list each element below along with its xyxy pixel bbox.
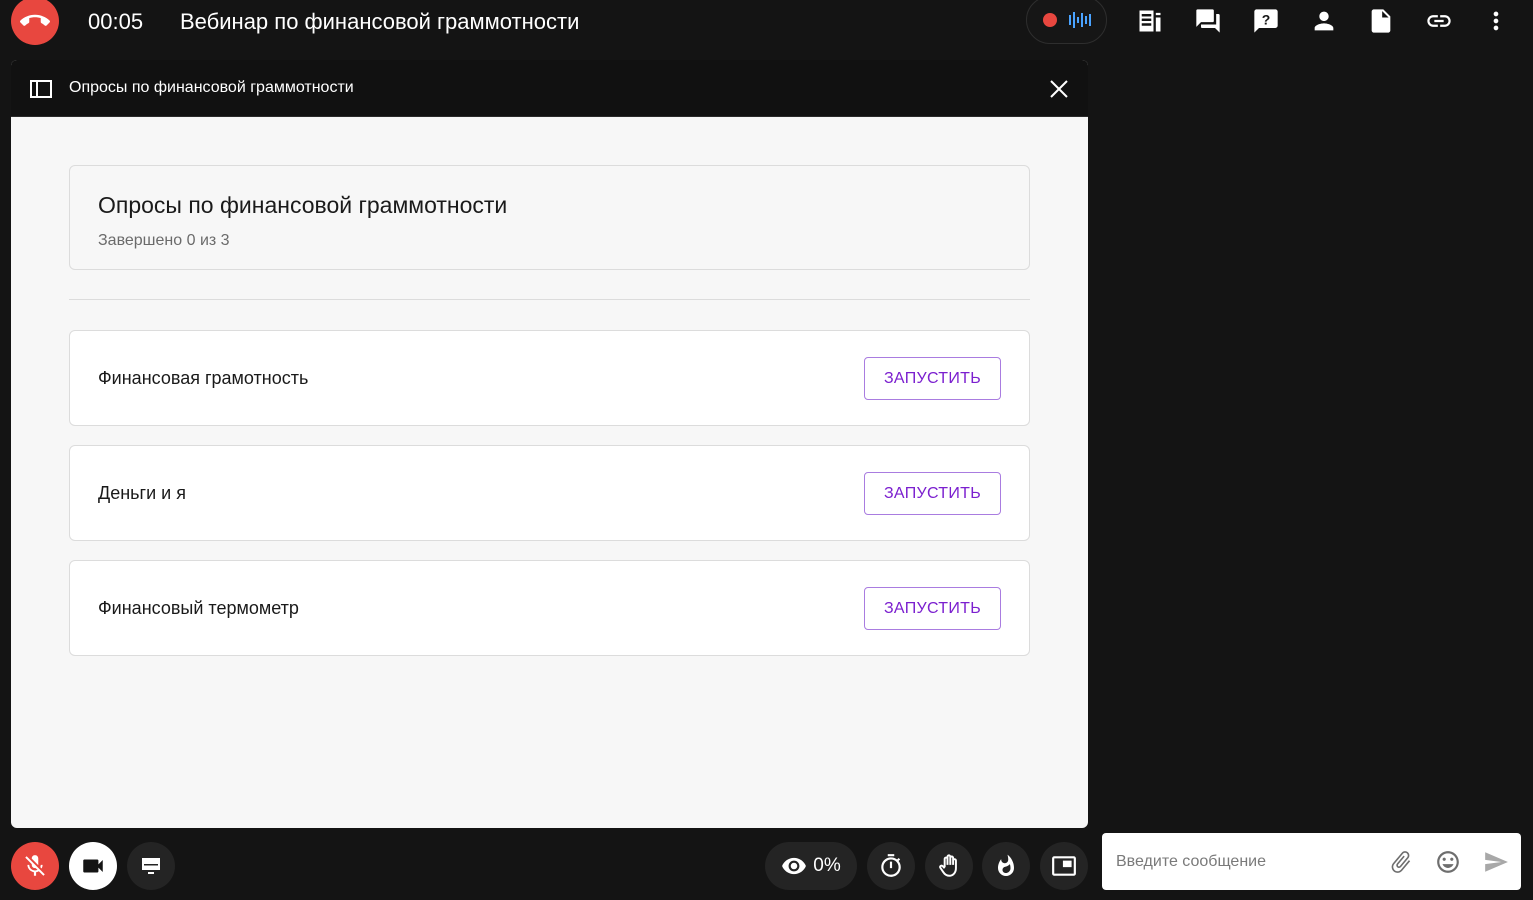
audio-level-icon: [1068, 12, 1091, 28]
camera-toggle-button[interactable]: [69, 842, 117, 890]
close-panel-button[interactable]: [1046, 76, 1072, 102]
recording-indicator[interactable]: [1026, 0, 1107, 44]
top-bar: 00:05 Вебинар по финансовой граммотности…: [0, 0, 1533, 45]
eye-icon: [782, 857, 807, 875]
emoji-button[interactable]: [1433, 847, 1463, 877]
sidebar-toggle-button[interactable]: [29, 77, 53, 101]
questions-button[interactable]: ?: [1251, 6, 1281, 36]
viewers-percent: 0%: [813, 855, 841, 876]
question-icon: ?: [1254, 9, 1278, 33]
polls-panel: Опросы по финансовой граммотности Опросы…: [11, 60, 1088, 828]
polls-summary-title: Опросы по финансовой граммотности: [98, 192, 508, 218]
polls-panel-header: Опросы по финансовой граммотности: [11, 60, 1088, 117]
screen-share-icon: [142, 858, 160, 874]
raise-hand-icon: [939, 854, 957, 877]
viewers-indicator[interactable]: 0%: [765, 842, 857, 890]
polls-progress-text: Завершено 0 из 3: [98, 232, 230, 249]
reactions-button[interactable]: [982, 842, 1030, 890]
chat-icon: [1196, 9, 1220, 33]
link-button[interactable]: [1424, 6, 1454, 36]
hang-up-button[interactable]: [11, 0, 59, 45]
hang-up-icon: [20, 14, 50, 26]
picture-in-picture-icon: [1052, 856, 1076, 876]
more-button[interactable]: [1481, 6, 1511, 36]
stopwatch-icon: [881, 854, 901, 877]
agenda-icon: [1139, 10, 1161, 32]
attach-icon: [1391, 851, 1411, 873]
polls-panel-title: Опросы по финансовой граммотности: [69, 79, 354, 96]
documents-button[interactable]: [1366, 6, 1396, 36]
poll-title: Финансовый термометр: [98, 598, 299, 618]
polls-summary-card: Опросы по финансовой граммотности Заверш…: [69, 165, 1030, 270]
document-icon: [1371, 9, 1391, 33]
mic-toggle-button[interactable]: [11, 842, 59, 890]
camera-icon: [83, 859, 103, 873]
chat-input-box: [1102, 833, 1521, 890]
poll-title: Деньги и я: [98, 483, 186, 503]
sidebar-toggle-icon: [30, 80, 52, 98]
timer-button[interactable]: [867, 842, 915, 890]
poll-card: Финансовый термометр ЗАПУСТИТЬ: [69, 560, 1030, 656]
agenda-button[interactable]: [1135, 6, 1165, 36]
chat-message-input[interactable]: [1116, 847, 1376, 877]
poll-card: Финансовая грамотность ЗАПУСТИТЬ: [69, 330, 1030, 426]
link-icon: [1427, 15, 1451, 27]
more-vert-icon: [1493, 11, 1499, 31]
attach-button[interactable]: [1386, 847, 1416, 877]
send-button[interactable]: [1481, 847, 1511, 877]
poll-title: Финансовая грамотность: [98, 368, 309, 388]
svg-text:?: ?: [1262, 12, 1271, 28]
close-icon: [1050, 80, 1068, 98]
mic-off-icon: [25, 855, 45, 876]
emoji-icon: [1437, 851, 1459, 873]
fire-icon: [998, 854, 1014, 876]
raise-hand-button[interactable]: [925, 842, 973, 890]
picture-in-picture-button[interactable]: [1040, 842, 1088, 890]
record-dot-icon: [1042, 13, 1057, 27]
launch-poll-button[interactable]: ЗАПУСТИТЬ: [864, 357, 1001, 400]
call-timer: 00:05: [88, 9, 144, 34]
webinar-title: Вебинар по финансовой граммотности: [180, 9, 580, 34]
poll-card: Деньги и я ЗАПУСТИТЬ: [69, 445, 1030, 541]
participants-button[interactable]: [1309, 6, 1339, 36]
launch-poll-button[interactable]: ЗАПУСТИТЬ: [864, 587, 1001, 630]
launch-poll-button[interactable]: ЗАПУСТИТЬ: [864, 472, 1001, 515]
chat-button[interactable]: [1193, 6, 1223, 36]
send-icon: [1485, 852, 1508, 872]
screen-share-button[interactable]: [127, 842, 175, 890]
participants-icon: [1314, 11, 1334, 31]
divider: [69, 299, 1030, 300]
